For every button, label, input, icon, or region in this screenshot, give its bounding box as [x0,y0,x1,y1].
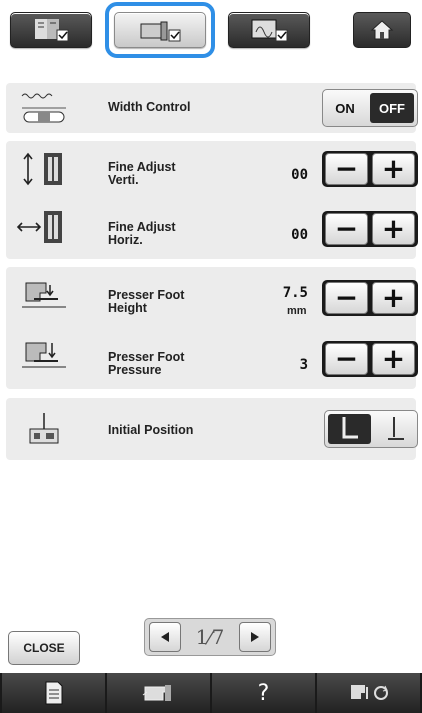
fine-adjust-horiz-stepper: − + [322,211,418,247]
home-button[interactable] [353,12,411,48]
tab-embroidery-settings[interactable] [228,12,310,48]
foot-left-icon [342,417,358,439]
fine-adjust-verti-stepper: − + [322,151,418,187]
fine-adjust-horizontal-icon [16,207,72,247]
embroidery-settings-icon [251,19,288,42]
page-navigator: 1⁄7 [144,618,276,656]
initial-position-label: Initial Position [108,423,194,437]
manual-button[interactable] [2,673,105,713]
width-control-label: Width Control [108,100,191,114]
presser-foot-panel: Presser Foot Height 7.5 mm − + Presser F… [6,267,418,389]
initial-position-icon [16,409,72,449]
document-icon [45,681,62,705]
home-icon [370,20,394,40]
width-control-on[interactable]: ON [323,90,367,126]
fine-adjust-horiz-value: 00 [291,227,308,243]
presser-foot-height-plus-button[interactable]: + [372,282,415,314]
initial-position-right-button[interactable] [374,411,417,447]
tab-general-settings[interactable] [10,12,92,48]
initial-position-panel: Initial Position [6,398,418,460]
fine-adjust-vertical-icon [16,149,72,189]
presser-foot-pressure-label: Presser Foot Pressure [108,350,185,377]
presser-foot-height-minus-button[interactable]: − [325,282,368,314]
fine-adjust-verti-plus-button[interactable]: + [372,153,415,185]
prev-page-button[interactable] [149,622,181,652]
settings-tab-bar [0,0,422,62]
triangle-left-icon [161,632,169,642]
next-page-button[interactable] [238,622,271,652]
width-control-icon [16,88,72,128]
fine-adjust-verti-value: 00 [291,167,308,183]
presser-foot-height-unit: mm [287,305,307,317]
close-button[interactable]: CLOSE [8,631,80,665]
foot-right-icon [387,417,404,440]
initial-position-left-button[interactable] [328,414,371,444]
width-control-panel: Width Control ON OFF [6,83,418,133]
presser-foot-pressure-icon [16,337,72,377]
help-icon: ? [257,680,270,706]
bottom-toolbar: ? [0,673,422,713]
presser-foot-height-icon [16,277,72,317]
help-button[interactable]: ? [212,673,315,713]
fine-adjust-verti-minus-button[interactable]: − [325,153,368,185]
page-indicator: 1⁄7 [195,625,225,649]
sewing-machine-icon [142,685,171,701]
presser-foot-height-label: Presser Foot Height [108,288,185,315]
book-settings-icon [35,19,69,42]
fine-adjust-panel: Fine Adjust Verti. 00 − + Fine Adjust Ho… [6,141,418,259]
presser-foot-height-value: 7.5 [282,285,308,301]
presser-foot-height-stepper: − + [322,280,418,316]
selected-tab-highlight [105,2,215,58]
initial-position-toggle[interactable] [324,410,418,448]
fine-adjust-horiz-minus-button[interactable]: − [325,213,368,245]
presser-foot-pressure-minus-button[interactable]: − [325,343,368,375]
presser-foot-pressure-value: 3 [299,357,308,373]
fine-adjust-horiz-plus-button[interactable]: + [372,213,415,245]
sewing-machine-button[interactable] [107,673,210,713]
presser-foot-lift-button[interactable] [317,673,420,713]
presser-foot-pressure-stepper: − + [322,341,418,377]
width-control-off[interactable]: OFF [370,93,414,123]
width-control-toggle[interactable]: ON OFF [322,89,418,127]
fine-adjust-verti-label: Fine Adjust Verti. [108,160,176,187]
triangle-right-icon [250,632,259,642]
fine-adjust-horiz-label: Fine Adjust Horiz. [108,220,176,247]
presser-foot-rotate-icon [350,685,388,700]
presser-foot-pressure-plus-button[interactable]: + [372,343,415,375]
